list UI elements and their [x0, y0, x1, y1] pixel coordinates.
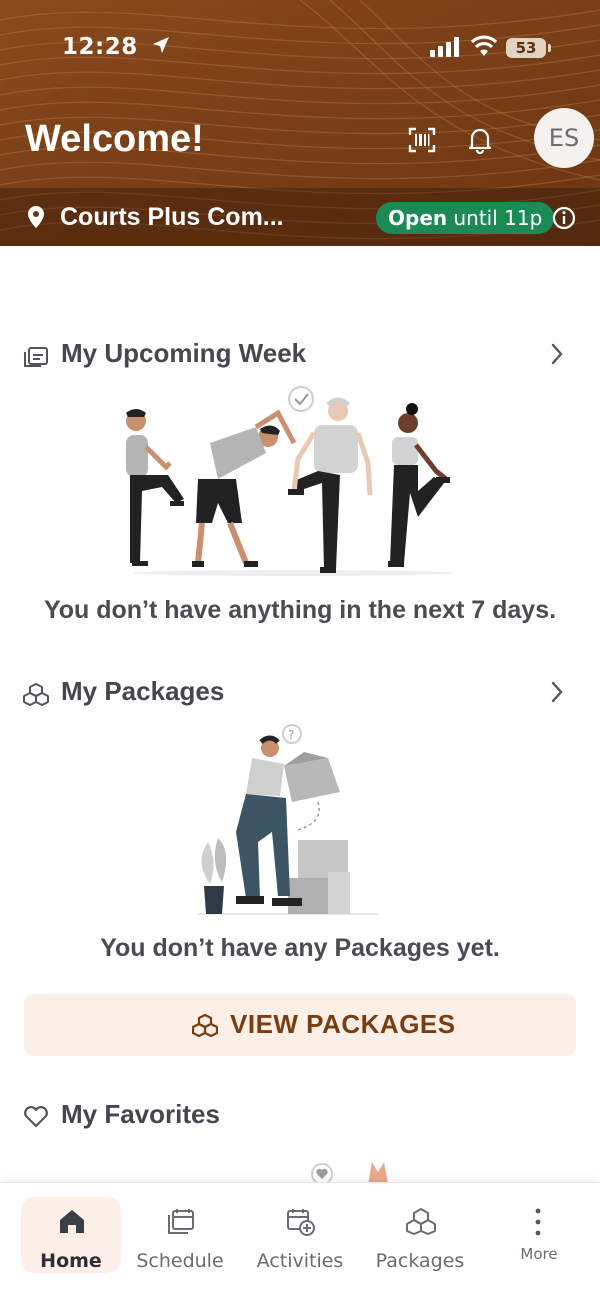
calendar-add-icon	[287, 1209, 315, 1236]
tab-schedule[interactable]: Schedule	[130, 1197, 230, 1273]
location-name[interactable]: Courts Plus Com...	[60, 203, 284, 232]
tab-label: Schedule	[136, 1250, 224, 1272]
tab-packages[interactable]: Packages	[370, 1197, 470, 1273]
section-title: My Upcoming Week	[61, 338, 307, 368]
location-bar[interactable]: Courts Plus Com... Open until 11p	[0, 188, 600, 246]
open-status-badge: Open until 11p	[376, 202, 555, 234]
stretching-people-illustration	[126, 386, 453, 576]
packages-empty-message: You don’t have any Packages yet.	[100, 934, 500, 962]
header-banner: 12:28 53 Welcome! ES Courts Plus Com... …	[0, 0, 600, 246]
tab-activities[interactable]: Activities	[250, 1197, 350, 1273]
open-state: Open	[388, 206, 448, 230]
section-title: My Favorites	[61, 1099, 220, 1129]
page-title: Welcome!	[25, 118, 204, 160]
status-time-text: 12:28	[62, 34, 138, 60]
home-icon	[60, 1210, 84, 1233]
barcode-scan-icon[interactable]	[408, 127, 436, 153]
favorites-illustration-peek	[311, 1162, 388, 1184]
chevron-right-icon[interactable]	[550, 680, 564, 704]
calendar-icon	[168, 1209, 194, 1234]
chevron-right-icon[interactable]	[550, 342, 564, 366]
open-until: until 11p	[453, 206, 543, 230]
cubes-icon	[23, 683, 49, 706]
tab-home[interactable]: Home	[21, 1197, 121, 1273]
tab-label: Packages	[375, 1250, 465, 1272]
favorites-header[interactable]: My Favorites	[23, 1097, 578, 1137]
status-time: 12:28	[62, 34, 170, 60]
more-vertical-icon	[535, 1208, 541, 1236]
tab-more[interactable]: More	[489, 1197, 589, 1273]
map-pin-icon	[28, 206, 44, 228]
info-icon[interactable]	[552, 206, 576, 230]
upcoming-empty-message: You don’t have anything in the next 7 da…	[43, 596, 557, 624]
view-packages-label: VIEW PACKAGES	[230, 1009, 456, 1039]
calendar-list-icon	[24, 347, 48, 367]
view-packages-button[interactable]: VIEW PACKAGES	[24, 994, 576, 1056]
location-arrow-icon	[153, 37, 170, 53]
status-bar: 12:28 53	[0, 0, 600, 96]
box-carrying-illustration: ?	[198, 724, 378, 915]
svg-text:?: ?	[288, 728, 294, 742]
avatar[interactable]: ES	[534, 108, 594, 168]
packages-header[interactable]: My Packages	[23, 674, 578, 714]
cellular-signal-icon	[430, 37, 459, 57]
tab-label: More	[520, 1245, 558, 1263]
tab-label: Activities	[256, 1250, 344, 1272]
bottom-tab-bar: Home Schedule Activities Packages More	[0, 1182, 600, 1299]
heart-icon	[24, 1106, 48, 1128]
cubes-icon	[406, 1208, 436, 1235]
notification-bell-icon[interactable]	[467, 126, 493, 154]
battery-indicator: 53	[506, 38, 551, 58]
wifi-icon	[471, 35, 497, 56]
section-title: My Packages	[61, 676, 225, 706]
cubes-icon	[192, 1013, 218, 1037]
upcoming-week-header[interactable]: My Upcoming Week	[23, 336, 578, 376]
tab-label: Home	[40, 1250, 102, 1272]
